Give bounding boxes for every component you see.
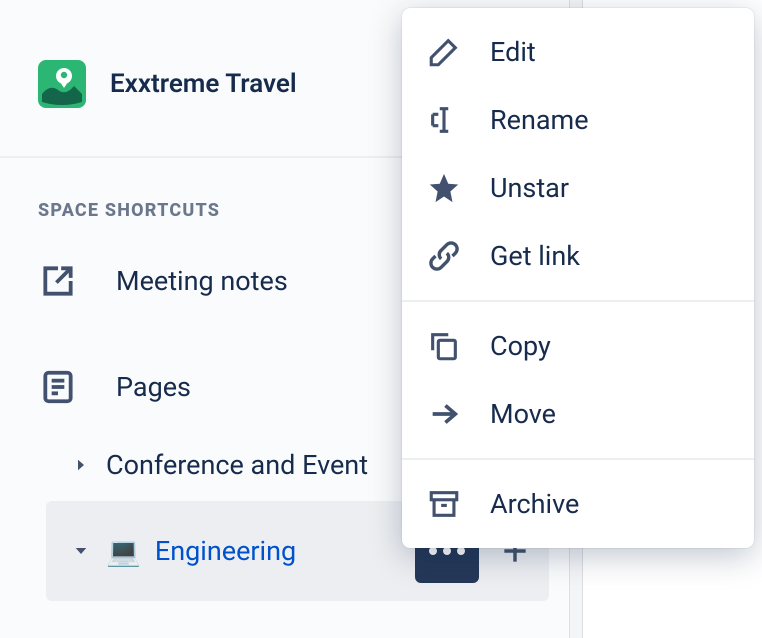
menu-item-move[interactable]: Move xyxy=(402,380,754,448)
rename-icon xyxy=(426,102,462,138)
menu-item-rename[interactable]: Rename xyxy=(402,86,754,154)
tree-item-label: Conference and Event xyxy=(106,449,368,481)
space-logo xyxy=(38,60,86,108)
copy-icon xyxy=(426,328,462,364)
pages-label: Pages xyxy=(116,371,191,403)
chevron-right-icon[interactable] xyxy=(70,454,92,476)
arrow-right-icon xyxy=(426,396,462,432)
star-icon xyxy=(426,170,462,206)
menu-item-unstar[interactable]: Unstar xyxy=(402,154,754,222)
context-menu: Edit Rename Unstar xyxy=(402,8,754,548)
edit-icon xyxy=(426,34,462,70)
tree-item-label: Engineering xyxy=(155,535,296,567)
external-link-icon xyxy=(38,261,78,301)
shortcut-label: Meeting notes xyxy=(116,265,288,297)
menu-item-label: Copy xyxy=(490,330,551,362)
menu-item-archive[interactable]: Archive xyxy=(402,470,754,538)
space-title: Exxtreme Travel xyxy=(110,69,297,99)
menu-item-label: Archive xyxy=(490,488,579,520)
menu-item-edit[interactable]: Edit xyxy=(402,18,754,86)
menu-item-label: Unstar xyxy=(490,172,569,204)
menu-item-getlink[interactable]: Get link xyxy=(402,222,754,290)
page-icon xyxy=(38,367,78,407)
archive-icon xyxy=(426,486,462,522)
menu-item-label: Rename xyxy=(490,104,589,136)
menu-item-label: Edit xyxy=(490,36,536,68)
menu-item-copy[interactable]: Copy xyxy=(402,312,754,380)
menu-item-label: Get link xyxy=(490,240,580,272)
laptop-icon: 💻 xyxy=(106,535,141,568)
chevron-down-icon[interactable] xyxy=(70,540,92,562)
menu-item-label: Move xyxy=(490,398,556,430)
link-icon xyxy=(426,238,462,274)
